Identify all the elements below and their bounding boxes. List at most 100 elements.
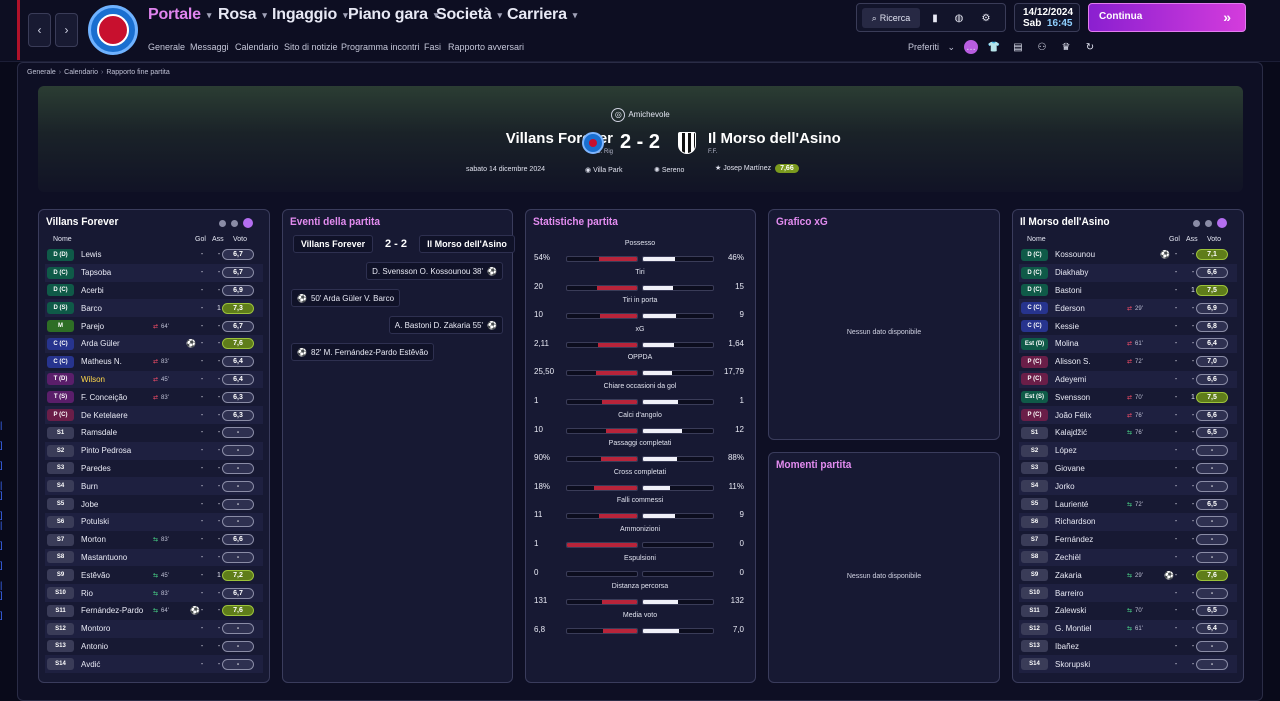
away-team-name[interactable]: Il Morso dell'Asino xyxy=(708,130,841,147)
player-row[interactable]: C (C) Arda Güler ⚽ - -7,6 xyxy=(45,334,263,353)
col-gol[interactable]: Gol xyxy=(1169,236,1180,243)
player-name[interactable]: Mastantuono xyxy=(81,553,181,562)
player-row[interactable]: S11 Zalewski ⇆ 70' - -6,5 xyxy=(1019,602,1237,620)
subnav-calendario[interactable]: Calendario xyxy=(235,42,279,52)
subnav-sito-notizie[interactable]: Sito di notizie xyxy=(284,42,338,52)
player-name[interactable]: Potulski xyxy=(81,517,181,526)
player-row[interactable]: S3 Giovane - - - xyxy=(1019,460,1237,478)
player-row[interactable]: D (S) Barco -1 7,3 xyxy=(45,299,263,318)
player-row[interactable]: P (C) Adeyemi - -6,6 xyxy=(1019,370,1237,389)
nav-portale[interactable]: Portale ▾ xyxy=(148,6,211,24)
nav-societa[interactable]: Società ▾ xyxy=(436,6,502,24)
player-row[interactable]: Est (D) Molina ⇄ 61' - -6,4 xyxy=(1019,334,1237,353)
subnav-messaggi[interactable]: Messaggi xyxy=(190,42,229,52)
player-row[interactable]: S13 Antonio - - - xyxy=(45,638,263,656)
player-name[interactable]: Diakhaby xyxy=(1055,268,1155,277)
player-name[interactable]: Fernández xyxy=(1055,535,1155,544)
player-row[interactable]: S1 Kalajdžić ⇆ 76' - -6,5 xyxy=(1019,424,1237,442)
player-row[interactable]: S10 Barreiro - - - xyxy=(1019,584,1237,602)
player-row[interactable]: S6 Potulski - - - xyxy=(45,512,263,531)
player-name[interactable]: Paredes xyxy=(81,464,181,473)
player-row[interactable]: S8 Zechiël - - - xyxy=(1019,548,1237,567)
search-button[interactable]: ⌕ Ricerca xyxy=(862,8,920,28)
player-row[interactable]: S1 Ramsdale - - - xyxy=(45,424,263,442)
player-name[interactable]: Avdić xyxy=(81,660,181,669)
nav-rosa[interactable]: Rosa ▾ xyxy=(218,6,267,24)
tactics-icon[interactable]: ⚇ xyxy=(1034,39,1050,55)
player-row[interactable]: S4 Burn - - - xyxy=(45,477,263,496)
player-name[interactable]: Tapsoba xyxy=(81,268,181,277)
subnav-generale[interactable]: Generale xyxy=(148,42,185,52)
player-row[interactable]: T (S) F. Conceição ⇄ 83' - -6,3 xyxy=(45,388,263,406)
player-name[interactable]: López xyxy=(1055,446,1155,455)
player-row[interactable]: P (C) João Félix ⇄ 76' - -6,6 xyxy=(1019,406,1237,424)
player-name[interactable]: Giovane xyxy=(1055,464,1155,473)
shirt-icon[interactable]: 👕 xyxy=(986,39,1002,55)
chat-icon[interactable]: … xyxy=(964,40,978,54)
col-ass[interactable]: Ass xyxy=(1186,236,1198,243)
player-row[interactable]: S14 Skorupski - - - xyxy=(1019,655,1237,674)
nav-ingaggio[interactable]: Ingaggio ▾ xyxy=(272,6,348,24)
refresh-icon[interactable]: ↻ xyxy=(1082,39,1098,55)
player-row[interactable]: S9 Estêvão ⇆ 45' -1 7,2 xyxy=(45,566,263,584)
panel-page-dots[interactable] xyxy=(219,218,253,228)
player-row[interactable]: P (C) Alisson S. ⇄ 72' - -7,0 xyxy=(1019,353,1237,371)
player-row[interactable]: S8 Mastantuono - - - xyxy=(45,548,263,567)
player-name[interactable]: Jorko xyxy=(1055,482,1155,491)
globe-icon[interactable]: ◍ xyxy=(950,9,968,27)
player-name[interactable]: Antonio xyxy=(81,642,181,651)
panel-page-dots[interactable] xyxy=(1193,218,1227,228)
player-row[interactable]: S4 Jorko - - - xyxy=(1019,477,1237,496)
player-row[interactable]: D (C) Diakhaby - -6,6 xyxy=(1019,263,1237,282)
col-ass[interactable]: Ass xyxy=(212,236,224,243)
back-button[interactable]: ‹ xyxy=(28,13,51,47)
nav-piano-gara[interactable]: Piano gara ▾ xyxy=(348,6,438,24)
player-name[interactable]: Zechiël xyxy=(1055,553,1155,562)
player-row[interactable]: S9 Zakaria ⇆ 29' ⚽ - -7,6 xyxy=(1019,566,1237,584)
player-name[interactable]: Skorupski xyxy=(1055,660,1155,669)
player-row[interactable]: S10 Rio ⇆ 83' - -6,7 xyxy=(45,584,263,602)
player-name[interactable]: Pinto Pedrosa xyxy=(81,446,181,455)
player-name[interactable]: Burn xyxy=(81,482,181,491)
continue-button[interactable]: Continua» xyxy=(1088,3,1246,32)
player-name[interactable]: Lewis xyxy=(81,250,181,259)
player-row[interactable]: C (C) Kessie - -6,8 xyxy=(1019,317,1237,335)
player-row[interactable]: S6 Richardson - - - xyxy=(1019,512,1237,531)
player-row[interactable]: S2 López - - - xyxy=(1019,441,1237,460)
event-item[interactable]: ⚽ 50' Arda Güler V. Barco xyxy=(291,289,401,307)
club-logo[interactable] xyxy=(88,5,138,55)
gear-icon[interactable]: ⚙ xyxy=(977,9,995,27)
player-name[interactable]: Adeyemi xyxy=(1055,375,1155,384)
col-voto[interactable]: Voto xyxy=(1207,236,1221,243)
player-name[interactable]: Barreiro xyxy=(1055,589,1155,598)
player-name[interactable]: Montoro xyxy=(81,624,181,633)
nav-carriera[interactable]: Carriera ▾ xyxy=(507,6,577,24)
breadcrumb-generale[interactable]: Generale xyxy=(27,69,56,76)
player-row[interactable]: S3 Paredes - - - xyxy=(45,460,263,478)
col-name[interactable]: Nome xyxy=(1027,236,1046,243)
player-row[interactable]: D (C) Acerbi - -6,9 xyxy=(45,282,263,300)
breadcrumb-calendario[interactable]: Calendario xyxy=(64,69,98,76)
event-item[interactable]: ⚽ 82' M. Fernández-Pardo Estêvão xyxy=(291,343,435,361)
favourites-dropdown[interactable]: Preferiti ⌄ xyxy=(908,42,955,53)
event-item[interactable]: A. Bastoni D. Zakaria 55' ⚽ xyxy=(388,316,503,334)
player-row[interactable]: S5 Laurienté ⇆ 72' - -6,5 xyxy=(1019,495,1237,513)
date-time-box[interactable]: 14/12/2024 Sab 16:45 xyxy=(1014,3,1080,32)
player-name[interactable]: Richardson xyxy=(1055,517,1155,526)
trophy-icon[interactable]: ♛ xyxy=(1058,39,1074,55)
player-name[interactable]: Arda Güler xyxy=(81,339,181,348)
player-row[interactable]: Est (S) Svensson ⇄ 70' -1 7,5 xyxy=(1019,388,1237,406)
clipboard-icon[interactable]: ▤ xyxy=(1010,39,1026,55)
subnav-rapporto-avversari[interactable]: Rapporto avversari xyxy=(448,42,524,52)
col-gol[interactable]: Gol xyxy=(195,236,206,243)
player-row[interactable]: P (C) De Ketelaere - -6,3 xyxy=(45,406,263,424)
player-row[interactable]: D (D) Lewis - -6,7 xyxy=(45,246,263,264)
player-row[interactable]: D (C) Bastoni -1 7,5 xyxy=(1019,282,1237,300)
player-row[interactable]: S5 Jobe - - - xyxy=(45,495,263,513)
player-name[interactable]: De Ketelaere xyxy=(81,411,181,420)
player-row[interactable]: D (C) Tapsoba - -6,7 xyxy=(45,263,263,282)
player-row[interactable]: S13 Ibañez - - - xyxy=(1019,638,1237,656)
player-name[interactable]: Ibañez xyxy=(1055,642,1155,651)
subnav-fasi[interactable]: Fasi xyxy=(424,42,441,52)
player-row[interactable]: S12 Montoro - - - xyxy=(45,619,263,638)
